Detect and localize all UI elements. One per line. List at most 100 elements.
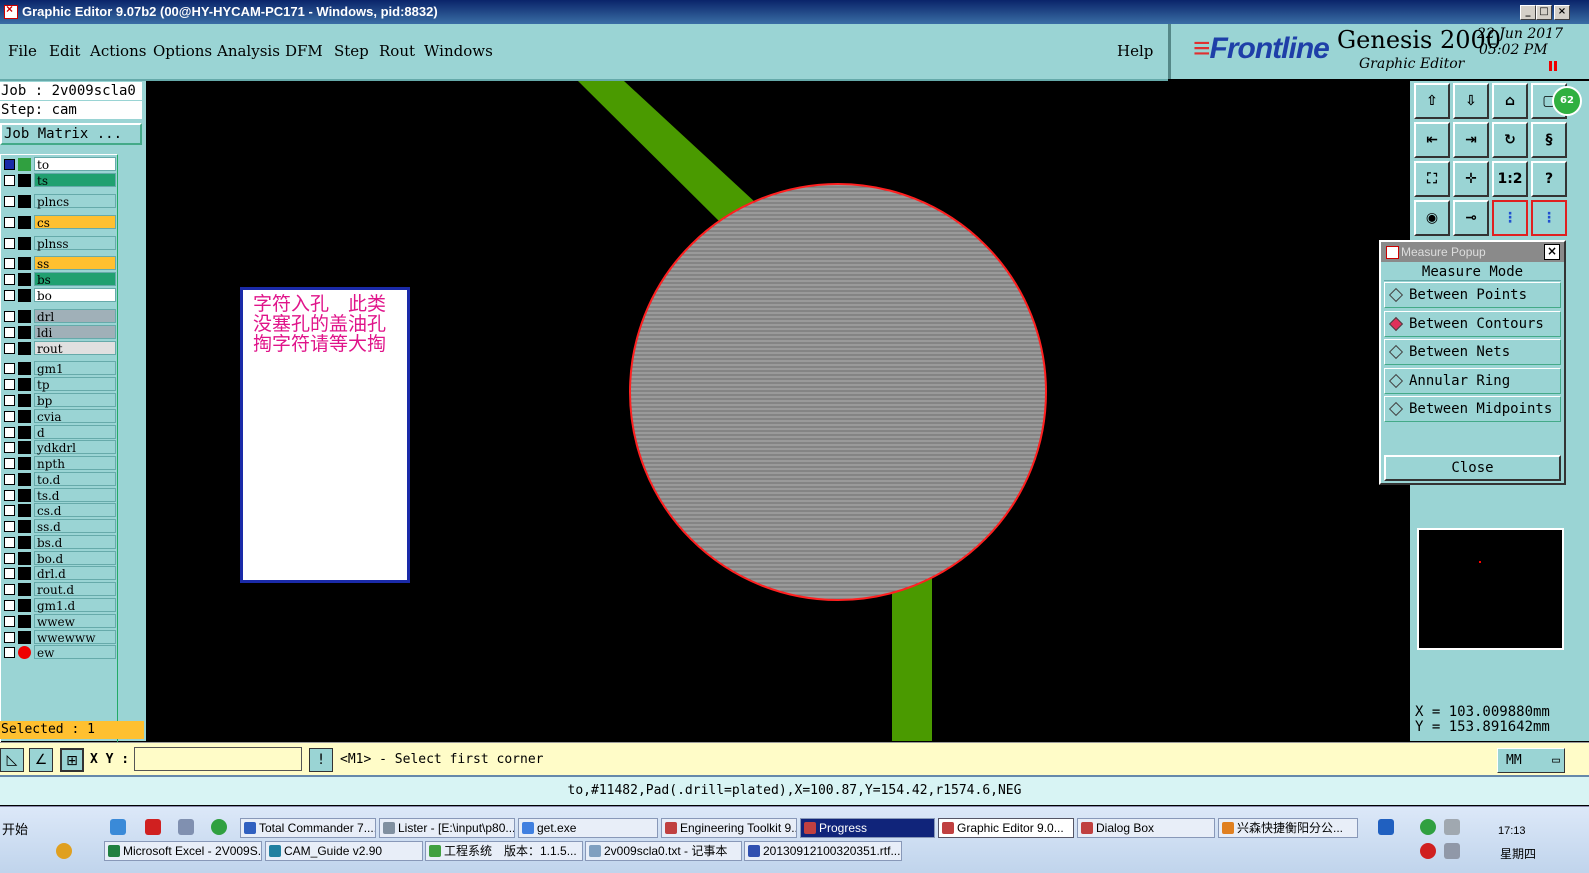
- layer-row[interactable]: wwewww: [1, 630, 117, 645]
- layer-row[interactable]: d: [1, 425, 117, 440]
- taskbar-item[interactable]: 2v009scla0.txt - 记事本: [585, 841, 742, 861]
- layer-checkbox[interactable]: [4, 274, 15, 285]
- layer-checkbox[interactable]: [4, 600, 15, 611]
- layer-checkbox[interactable]: [4, 379, 15, 390]
- layer-row[interactable]: to: [1, 157, 117, 172]
- clock[interactable]: 17:13: [1498, 825, 1526, 837]
- menu-file[interactable]: File: [8, 42, 37, 60]
- layer-row[interactable]: cvia: [1, 409, 117, 424]
- overview-map[interactable]: [1417, 528, 1564, 650]
- layer-down-button[interactable]: ⇩: [1453, 83, 1489, 119]
- pan-right-button[interactable]: ⇥: [1453, 122, 1489, 158]
- layer-checkbox[interactable]: [4, 363, 15, 374]
- tray-volume-icon[interactable]: [1444, 843, 1460, 859]
- measure-option[interactable]: Between Nets: [1384, 339, 1561, 365]
- layer-row[interactable]: plncs: [1, 194, 117, 209]
- layer-name[interactable]: gm1.d: [34, 598, 116, 613]
- taskbar-item[interactable]: Engineering Toolkit 9...: [661, 818, 797, 838]
- measure-option[interactable]: Between Contours: [1384, 310, 1561, 337]
- tray-g-icon[interactable]: [1420, 843, 1436, 859]
- tray-app-icon[interactable]: [56, 843, 72, 859]
- menu-edit[interactable]: Edit: [49, 42, 80, 60]
- menu-options[interactable]: Options: [153, 42, 212, 60]
- layer-checkbox[interactable]: [4, 553, 15, 564]
- layer-checkbox[interactable]: [4, 327, 15, 338]
- eye-button[interactable]: ◉: [1414, 200, 1450, 236]
- tray-security-icon[interactable]: [1420, 819, 1436, 835]
- layer-name[interactable]: ts.d: [34, 488, 116, 503]
- layer-checkbox[interactable]: [4, 505, 15, 516]
- menu-windows[interactable]: Windows: [424, 42, 493, 60]
- layer-row[interactable]: cs.d: [1, 503, 117, 518]
- taskbar-item[interactable]: Graphic Editor 9.0...: [938, 818, 1074, 838]
- layer-name[interactable]: bs: [34, 272, 116, 287]
- layer-name[interactable]: drl.d: [34, 566, 116, 581]
- menu-rout[interactable]: Rout: [379, 42, 415, 60]
- layer-name[interactable]: gm1: [34, 361, 116, 376]
- help-button[interactable]: ?: [1531, 161, 1567, 197]
- layer-row[interactable]: drl.d: [1, 566, 117, 581]
- ratio-button[interactable]: 1:2: [1492, 161, 1528, 197]
- layer-name[interactable]: ss.d: [34, 519, 116, 534]
- pause-icon[interactable]: [1549, 61, 1557, 71]
- layer-row[interactable]: bs: [1, 272, 117, 287]
- layer-row[interactable]: to.d: [1, 472, 117, 487]
- net2-button[interactable]: ⋮: [1531, 200, 1567, 236]
- alert-icon[interactable]: !: [309, 748, 333, 772]
- layer-name[interactable]: cvia: [34, 409, 116, 424]
- layer-name[interactable]: cs: [34, 215, 116, 230]
- layer-row[interactable]: rout.d: [1, 582, 117, 597]
- layer-name[interactable]: plncs: [34, 194, 116, 209]
- layer-checkbox[interactable]: [4, 537, 15, 548]
- layer-row[interactable]: bp: [1, 393, 117, 408]
- layer-checkbox[interactable]: [4, 616, 15, 627]
- layer-name[interactable]: drl: [34, 309, 116, 324]
- taskbar-item[interactable]: get.exe: [518, 818, 658, 838]
- pan-left-button[interactable]: ⇤: [1414, 122, 1450, 158]
- browser-icon[interactable]: [211, 819, 227, 835]
- layer-name[interactable]: bp: [34, 393, 116, 408]
- layer-checkbox[interactable]: [4, 521, 15, 532]
- layer-checkbox[interactable]: [4, 411, 15, 422]
- layer-row[interactable]: tp: [1, 377, 117, 392]
- layer-name[interactable]: d: [34, 425, 116, 440]
- layer-name[interactable]: tp: [34, 377, 116, 392]
- layer-name[interactable]: wwewww: [34, 630, 116, 645]
- layer-name[interactable]: bo: [34, 288, 116, 303]
- layer-name[interactable]: ldi: [34, 325, 116, 340]
- menu-dfm[interactable]: DFM: [285, 42, 323, 60]
- redraw-button[interactable]: ↻: [1492, 122, 1528, 158]
- layer-checkbox[interactable]: [4, 442, 15, 453]
- layer-name[interactable]: ts: [34, 173, 116, 188]
- layer-checkbox[interactable]: [4, 238, 15, 249]
- taskbar-item[interactable]: Progress: [800, 818, 935, 838]
- layer-checkbox[interactable]: [4, 584, 15, 595]
- layer-row[interactable]: bs.d: [1, 535, 117, 550]
- layer-up-button[interactable]: ⇧: [1414, 83, 1450, 119]
- unit-selector[interactable]: MM ▭: [1497, 748, 1565, 773]
- minimize-button[interactable]: _: [1520, 5, 1536, 20]
- menu-analysis[interactable]: Analysis: [217, 42, 280, 60]
- layer-checkbox[interactable]: [4, 632, 15, 643]
- taskbar-item[interactable]: Total Commander 7....: [240, 818, 376, 838]
- layer-row[interactable]: ydkdrl: [1, 440, 117, 455]
- layer-row[interactable]: ts: [1, 173, 117, 188]
- layer-name[interactable]: ydkdrl: [34, 440, 116, 455]
- layer-name[interactable]: rout: [34, 341, 116, 356]
- layer-checkbox[interactable]: [4, 568, 15, 579]
- layer-checkbox[interactable]: [4, 175, 15, 186]
- fit-button[interactable]: ⛶: [1414, 161, 1450, 197]
- graphic-canvas[interactable]: 字符入孔 此类没塞孔的盖油孔掏字符请等大掏: [146, 81, 1410, 741]
- menu-actions[interactable]: Actions: [90, 42, 146, 60]
- layer-row[interactable]: ss.d: [1, 519, 117, 534]
- layer-checkbox[interactable]: [4, 290, 15, 301]
- layer-row[interactable]: gm1: [1, 361, 117, 376]
- zoom-center-button[interactable]: ✛: [1453, 161, 1489, 197]
- taskbar-item[interactable]: CAM_Guide v2.90: [265, 841, 423, 861]
- job-matrix-button[interactable]: Job Matrix ...: [0, 123, 142, 145]
- layer-checkbox[interactable]: [4, 395, 15, 406]
- measure-close-icon[interactable]: ×: [1544, 244, 1560, 260]
- taskbar-item[interactable]: 20130912100320351.rtf...: [744, 841, 902, 861]
- probe-button[interactable]: ⊸: [1453, 200, 1489, 236]
- layer-name[interactable]: cs.d: [34, 503, 116, 518]
